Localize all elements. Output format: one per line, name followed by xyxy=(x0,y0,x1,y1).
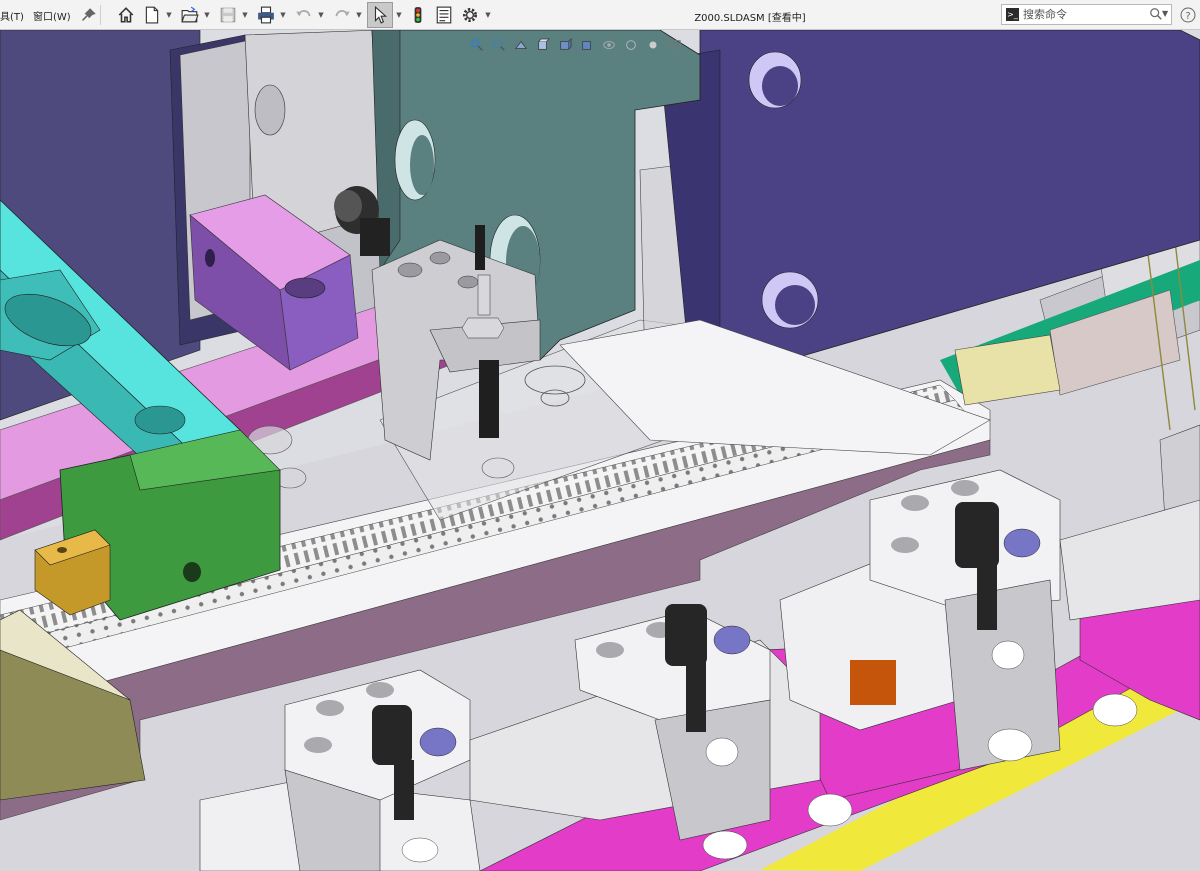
redo-dropdown-caret[interactable]: ▼ xyxy=(355,4,363,26)
view-orientation-icon[interactable] xyxy=(556,36,574,54)
svg-text:?: ? xyxy=(1185,11,1190,22)
print-icon[interactable] xyxy=(255,4,277,26)
graphics-viewport[interactable] xyxy=(0,30,1200,871)
pin-icon[interactable] xyxy=(78,4,100,26)
previous-view-icon[interactable] xyxy=(512,36,530,54)
open-dropdown-caret[interactable]: ▼ xyxy=(203,4,211,26)
home-icon[interactable] xyxy=(115,4,137,26)
traffic-light-icon[interactable] xyxy=(407,4,429,26)
search-dropdown-caret[interactable]: ▼ xyxy=(1162,9,1168,18)
print-dropdown-caret[interactable]: ▼ xyxy=(279,4,287,26)
menu-tools[interactable]: 具(T) xyxy=(0,8,24,23)
search-input[interactable] xyxy=(1023,7,1141,22)
search-commands-box[interactable]: >_ xyxy=(1001,4,1172,25)
command-prompt-icon: >_ xyxy=(1006,8,1019,21)
assembly-model-view xyxy=(0,30,1200,871)
redo-icon[interactable] xyxy=(331,4,353,26)
open-folder-icon[interactable] xyxy=(179,4,201,26)
toolbar-separator xyxy=(100,5,101,25)
apply-scene-icon[interactable] xyxy=(644,36,662,54)
undo-icon[interactable] xyxy=(293,4,315,26)
save-dropdown-caret[interactable]: ▼ xyxy=(241,4,249,26)
new-dropdown-caret[interactable]: ▼ xyxy=(165,4,173,26)
heads-up-view-toolbar xyxy=(468,36,684,54)
display-style-icon[interactable] xyxy=(578,36,596,54)
undo-dropdown-caret[interactable]: ▼ xyxy=(317,4,325,26)
select-dropdown-caret[interactable]: ▼ xyxy=(395,4,403,26)
command-toolbar: 具(T) 窗口(W) ▼ ▼ ▼ ▼ ▼ ▼ ▼ ▼ Z000.SLDASM [… xyxy=(0,0,1200,30)
view-settings-icon[interactable] xyxy=(666,36,684,54)
document-title: Z000.SLDASM [查看中] xyxy=(694,13,806,24)
help-icon[interactable]: ? xyxy=(1180,7,1196,23)
edit-appearance-icon[interactable] xyxy=(622,36,640,54)
section-view-icon[interactable] xyxy=(534,36,552,54)
file-properties-icon[interactable] xyxy=(433,4,455,26)
search-icon[interactable] xyxy=(1149,7,1163,21)
new-document-icon[interactable] xyxy=(141,4,163,26)
hide-show-items-icon[interactable] xyxy=(600,36,618,54)
options-dropdown-caret[interactable]: ▼ xyxy=(484,4,492,26)
options-gear-icon[interactable] xyxy=(459,4,481,26)
zoom-area-icon[interactable] xyxy=(490,36,508,54)
select-pointer-icon[interactable] xyxy=(367,2,393,28)
zoom-to-fit-icon[interactable] xyxy=(468,36,486,54)
menu-window[interactable]: 窗口(W) xyxy=(33,8,71,23)
save-icon[interactable] xyxy=(217,4,239,26)
